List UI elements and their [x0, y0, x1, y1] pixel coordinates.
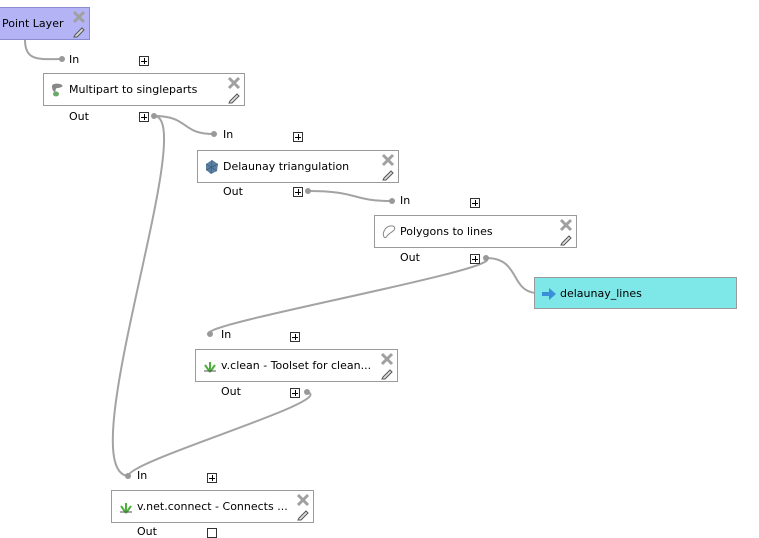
edge-multipart-to-delaunay [153, 115, 215, 135]
port-in-label: In [137, 469, 148, 482]
port-dot [483, 255, 489, 261]
port-out-label: Out [221, 385, 241, 398]
node-multipart-to-singleparts[interactable]: Multipart to singleparts [43, 73, 245, 106]
expand-outputs-toggle[interactable] [207, 528, 217, 538]
node-label: v.net.connect - Connects ... [137, 500, 288, 513]
expand-outputs-toggle[interactable] [139, 112, 149, 122]
expand-inputs-toggle[interactable] [290, 332, 300, 342]
edge-vclean-to-vnetconnect [127, 391, 312, 477]
port-dot [389, 198, 395, 204]
delaunay-tool-icon [205, 159, 219, 175]
expand-outputs-toggle[interactable] [290, 388, 300, 398]
port-dot [59, 56, 65, 62]
node-polygons-to-lines[interactable]: Polygons to lines [374, 215, 577, 248]
grass-tool-icon [120, 503, 132, 514]
close-icon[interactable] [380, 352, 394, 366]
port-dot [305, 188, 311, 194]
port-dot [207, 331, 213, 337]
expand-outputs-toggle[interactable] [293, 187, 303, 197]
port-dot [125, 473, 131, 479]
expand-inputs-toggle[interactable] [207, 473, 217, 483]
port-dot [211, 131, 217, 137]
node-delaunay-triangulation[interactable]: Delaunay triangulation [197, 150, 399, 183]
pencil-icon[interactable] [381, 167, 395, 181]
node-point-layer[interactable]: Point Layer [0, 7, 90, 40]
close-icon[interactable] [381, 153, 395, 167]
edge-polygons-to-output [485, 257, 536, 294]
pencil-icon[interactable] [559, 232, 573, 246]
port-dot [151, 113, 157, 119]
edge-delaunay-to-polygons [307, 190, 393, 202]
port-in-label: In [223, 128, 234, 141]
polygon-tool-icon [382, 225, 396, 239]
port-out-label: Out [137, 525, 157, 538]
pencil-icon[interactable] [296, 507, 310, 521]
close-icon[interactable] [72, 10, 86, 24]
arrow-right-icon [542, 288, 556, 300]
node-v-clean[interactable]: v.clean - Toolset for clean... [195, 349, 398, 382]
node-label: v.clean - Toolset for clean... [221, 359, 372, 372]
grass-tool-icon [204, 362, 216, 373]
port-in-label: In [221, 328, 232, 341]
pencil-icon[interactable] [72, 24, 86, 38]
node-output-delaunay-lines[interactable]: delaunay_lines [534, 277, 737, 309]
edge-polygons-to-vclean [209, 257, 489, 333]
node-label: Delaunay triangulation [223, 160, 350, 173]
node-label: Point Layer [2, 17, 64, 30]
expand-inputs-toggle[interactable] [293, 132, 303, 142]
close-icon[interactable] [227, 76, 241, 90]
close-icon[interactable] [559, 218, 573, 232]
edge-point-layer-to-multipart [24, 39, 63, 61]
pencil-icon[interactable] [380, 366, 394, 380]
close-icon[interactable] [296, 493, 310, 507]
port-out-label: Out [69, 110, 89, 123]
expand-outputs-toggle[interactable] [470, 254, 480, 264]
node-label: Multipart to singleparts [69, 83, 198, 96]
port-in-label: In [400, 194, 411, 207]
edge-multipart-to-vnetconnect [111, 115, 165, 477]
port-out-label: Out [223, 185, 243, 198]
port-in-label: In [69, 53, 80, 66]
node-label: Polygons to lines [400, 225, 493, 238]
expand-inputs-toggle[interactable] [139, 56, 149, 66]
expand-inputs-toggle[interactable] [470, 198, 480, 208]
port-out-label: Out [400, 251, 420, 264]
multipart-tool-icon [52, 83, 63, 97]
pencil-icon[interactable] [227, 90, 241, 104]
node-v-net-connect[interactable]: v.net.connect - Connects ... [111, 490, 314, 523]
node-label: delaunay_lines [560, 287, 642, 300]
port-dot [304, 389, 310, 395]
